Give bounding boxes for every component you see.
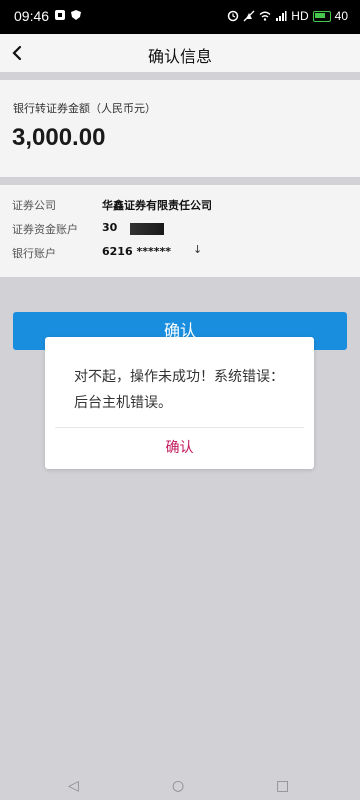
home-icon[interactable]: ○: [172, 778, 184, 794]
amount-card: 银行转证券金额（人民币元） 3,000.00: [0, 80, 360, 177]
status-left-icons: [54, 9, 82, 21]
info-row-value: 30: [102, 221, 118, 234]
network-type: HD: [291, 9, 309, 23]
info-row-bank-account: 银行账户 6216 ****** ↓: [0, 242, 360, 264]
info-row-key: 证券公司: [12, 199, 56, 212]
dialog-ok-button[interactable]: 确认: [45, 437, 314, 457]
dialog-message: 对不起，操作未成功！系统错误： 后台主机错误。: [74, 364, 294, 416]
page-title: 确认信息: [147, 47, 212, 66]
status-right-icons: HD 40: [227, 9, 348, 23]
status-time: 09:46: [14, 8, 50, 24]
alarm-icon: [228, 10, 239, 22]
redaction-mark: [164, 223, 204, 235]
dialog-message-line: 对不起，操作未成功！系统错误：: [74, 369, 284, 385]
amount-label: 银行转证券金额（人民币元）: [13, 102, 156, 115]
error-dialog: 对不起，操作未成功！系统错误： 后台主机错误。 确认: [45, 337, 314, 469]
arrow-down-icon: ↓: [193, 243, 203, 256]
account-info-card: 证券公司 华鑫证券有限责任公司 证券资金账户 30 银行账户 6216 ****…: [0, 185, 360, 277]
dialog-divider: [55, 427, 304, 428]
info-row-value: 华鑫证券有限责任公司: [102, 199, 212, 212]
notification-icon: [55, 10, 65, 20]
navigation-header: 确认信息: [0, 34, 360, 72]
battery-icon: [312, 10, 331, 22]
wifi-icon: [259, 11, 271, 21]
system-navigation-bar: ◁ ○ □: [0, 772, 360, 800]
info-row-key: 证券资金账户: [12, 223, 78, 236]
amount-value: 3,000.00: [12, 124, 106, 151]
info-row-value: 6216 ******: [102, 245, 171, 258]
info-row-fund-account: 证券资金账户 30: [0, 218, 360, 240]
dialog-message-line: 后台主机错误。: [74, 395, 172, 411]
back-icon[interactable]: ◁: [68, 778, 79, 794]
battery-level: 40: [334, 9, 348, 23]
info-row-broker: 证券公司 华鑫证券有限责任公司: [0, 194, 360, 216]
recents-icon[interactable]: □: [276, 778, 289, 794]
shield-icon: [71, 10, 81, 20]
status-bar: 09:46 HD 40: [0, 0, 360, 34]
signal-icon: [276, 11, 287, 21]
silent-icon: [243, 10, 255, 22]
info-row-key: 银行账户: [12, 247, 56, 260]
